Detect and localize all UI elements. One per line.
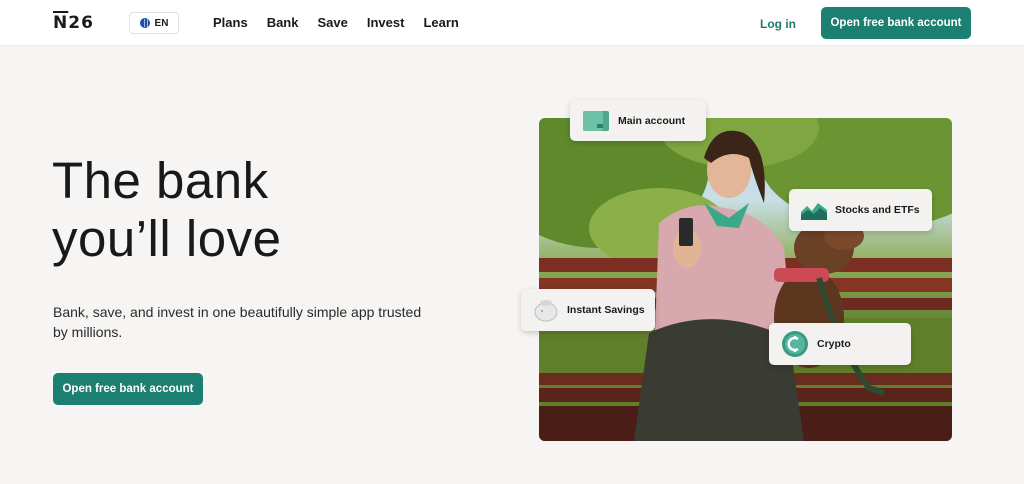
wallet-icon [583, 110, 609, 131]
top-nav-bar: N26 EN Plans Bank Save Invest Learn Log … [0, 0, 1024, 46]
globe-icon [139, 18, 150, 28]
hero-photo-illustration [539, 118, 952, 441]
hero-open-account-button[interactable]: Open free bank account [53, 373, 203, 405]
piggy-bank-icon [534, 300, 558, 322]
header-open-account-button[interactable]: Open free bank account [821, 7, 971, 39]
login-link[interactable]: Log in [760, 17, 796, 31]
instant-savings-label: Instant Savings [567, 304, 645, 316]
instant-savings-card: Instant Savings [521, 289, 655, 331]
nav-item-learn[interactable]: Learn [423, 15, 458, 30]
hero-headline: The bank you’ll love [52, 152, 281, 268]
n26-logo[interactable]: N26 [53, 13, 94, 33]
main-nav: Plans Bank Save Invest Learn [213, 15, 459, 30]
crypto-coin-icon [782, 331, 808, 357]
hero-photo-woman-with-dog [539, 118, 952, 441]
stocks-etfs-label: Stocks and ETFs [835, 204, 920, 216]
language-label: EN [154, 17, 169, 29]
nav-item-save[interactable]: Save [317, 15, 347, 30]
crypto-label: Crypto [817, 338, 851, 350]
headline-line-2: you’ll love [52, 210, 282, 267]
main-account-label: Main account [618, 114, 686, 127]
crypto-card: Crypto [769, 323, 911, 365]
chart-mountain-icon [801, 203, 827, 220]
nav-item-bank[interactable]: Bank [267, 15, 299, 30]
main-account-card: Main account [570, 100, 706, 141]
stocks-etfs-card: Stocks and ETFs [789, 189, 932, 231]
hero-subtext: Bank, save, and invest in one beautifull… [53, 304, 422, 340]
language-selector[interactable]: EN [129, 12, 179, 34]
nav-item-invest[interactable]: Invest [367, 15, 405, 30]
nav-item-plans[interactable]: Plans [213, 15, 248, 30]
headline-line-1: The bank [52, 152, 269, 209]
